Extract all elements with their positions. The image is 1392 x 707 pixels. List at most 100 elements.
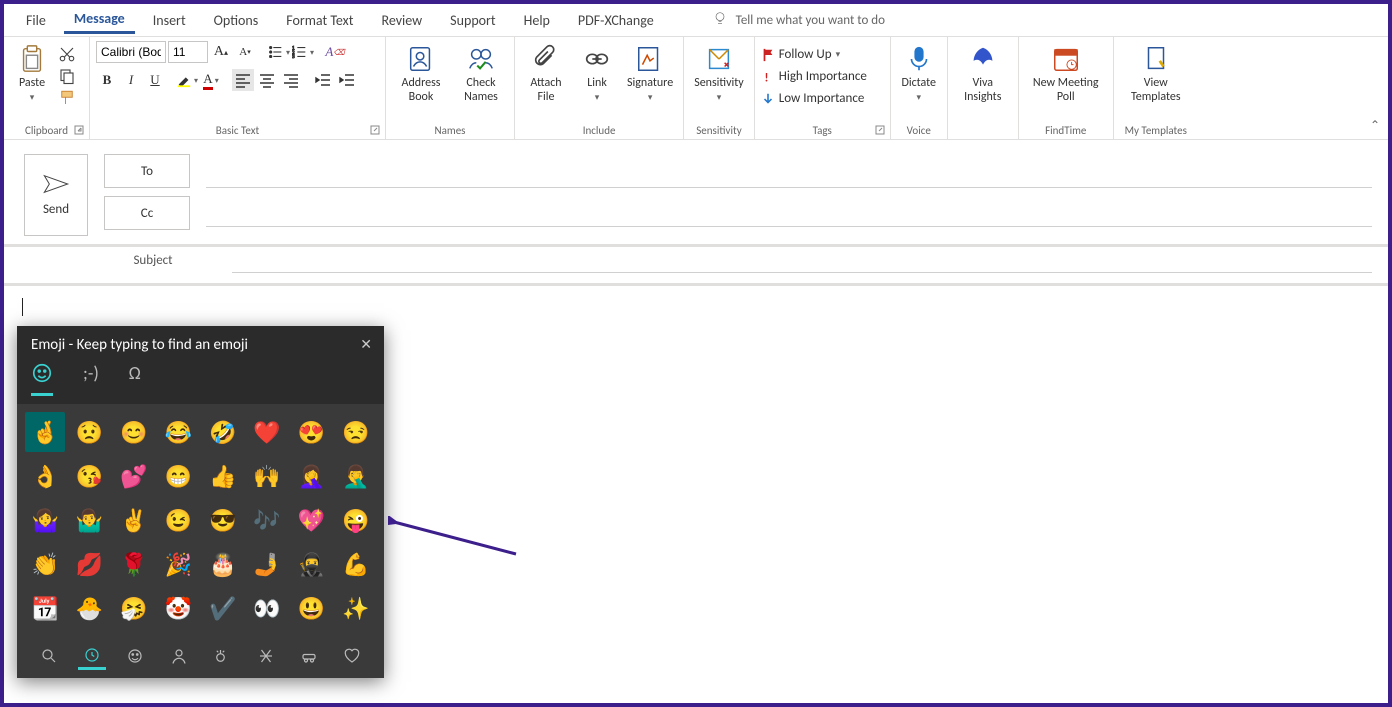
tell-me-search[interactable]: Tell me what you want to do [712,10,885,30]
low-importance-button[interactable]: Low Importance [761,89,865,108]
emoji-cell[interactable]: 😒 [336,412,376,452]
emoji-cell[interactable]: 💖 [291,500,331,540]
italic-button[interactable]: I [120,69,142,91]
emoji-cell[interactable]: 🤞 [25,412,65,452]
highlight-button[interactable] [176,69,198,91]
emoji-cell[interactable]: 🤧 [114,588,154,628]
tab-pdf-xchange[interactable]: PDF-XChange [568,8,664,33]
emoji-search-button[interactable] [35,642,63,670]
emoji-cell[interactable]: 😉 [158,500,198,540]
clipboard-dialog-launcher[interactable] [73,125,85,137]
tab-message[interactable]: Message [64,6,135,34]
emoji-cell[interactable]: 👌 [25,456,65,496]
follow-up-button[interactable]: Follow Up ▾ [761,45,840,64]
attach-file-button[interactable]: Attach File [521,41,571,107]
to-field[interactable] [206,160,1372,188]
paste-button[interactable]: Paste ▾ [10,41,54,105]
emoji-close-button[interactable]: ✕ [360,336,372,353]
emoji-tab-symbols[interactable]: Ω [129,362,141,396]
viva-insights-button[interactable]: Viva Insights [954,41,1012,107]
emoji-cell[interactable]: 🤷‍♀️ [25,500,65,540]
dictate-button[interactable]: Dictate ▾ [897,41,941,105]
copy-button[interactable] [58,67,76,85]
tab-support[interactable]: Support [440,8,505,33]
emoji-cat-celebration[interactable] [208,642,236,670]
signature-button[interactable]: Signature ▾ [623,41,677,105]
high-importance-button[interactable]: ! High Importance [761,67,867,86]
emoji-cell[interactable]: 🐣 [70,588,110,628]
emoji-cell[interactable]: 😜 [336,500,376,540]
sensitivity-button[interactable]: Sensitivity ▾ [690,41,748,105]
emoji-cell[interactable]: 🎉 [158,544,198,584]
emoji-cell[interactable]: 😊 [114,412,154,452]
emoji-cell[interactable]: 😁 [158,456,198,496]
link-button[interactable]: Link ▾ [575,41,619,105]
emoji-cell[interactable]: ✌️ [114,500,154,540]
emoji-cell[interactable]: 😍 [291,412,331,452]
basic-text-dialog-launcher[interactable] [369,125,381,137]
align-center-button[interactable] [256,69,278,91]
bold-button[interactable]: B [96,69,118,91]
emoji-cat-people[interactable] [165,642,193,670]
emoji-cell[interactable]: 😘 [70,456,110,496]
tab-insert[interactable]: Insert [143,8,196,33]
font-size-select[interactable] [168,41,208,63]
emoji-cell[interactable]: 🙌 [247,456,287,496]
decrease-font-button[interactable]: A▾ [234,41,256,63]
emoji-cell[interactable]: 🎶 [247,500,287,540]
increase-font-button[interactable]: A▴ [210,41,232,63]
view-templates-button[interactable]: View Templates [1120,41,1192,107]
emoji-cell[interactable]: 🎂 [203,544,243,584]
emoji-cell[interactable]: 🤦‍♀️ [291,456,331,496]
format-painter-button[interactable] [58,89,76,107]
cc-field[interactable] [206,199,1372,227]
tab-help[interactable]: Help [514,8,560,33]
collapse-ribbon-button[interactable]: ⌃ [1370,118,1380,133]
tab-review[interactable]: Review [371,8,432,33]
emoji-cell[interactable]: 😎 [203,500,243,540]
emoji-cell[interactable]: ✔️ [203,588,243,628]
send-button[interactable]: Send [24,154,88,236]
bullets-button[interactable] [268,41,290,63]
tags-dialog-launcher[interactable] [874,125,886,137]
underline-button[interactable]: U [144,69,166,91]
emoji-cat-recent[interactable] [78,642,106,670]
emoji-cell[interactable]: 😃 [291,588,331,628]
emoji-cell[interactable]: 😟 [70,412,110,452]
tab-file[interactable]: File [16,8,56,33]
increase-indent-button[interactable] [336,69,358,91]
to-button[interactable]: To [104,154,190,188]
address-book-button[interactable]: Address Book [392,41,450,107]
emoji-cell[interactable]: 🤷‍♂️ [70,500,110,540]
align-left-button[interactable] [232,69,254,91]
emoji-cell[interactable]: 🌹 [114,544,154,584]
emoji-tab-kaomoji[interactable]: ;-) [83,362,99,396]
decrease-indent-button[interactable] [312,69,334,91]
emoji-cell[interactable]: ❤️ [247,412,287,452]
emoji-cell[interactable]: ✨ [336,588,376,628]
emoji-cat-food[interactable] [252,642,280,670]
tab-options[interactable]: Options [204,8,269,33]
emoji-cell[interactable]: 🥷 [291,544,331,584]
emoji-cell[interactable]: 💕 [114,456,154,496]
emoji-cat-transport[interactable] [295,642,323,670]
emoji-tab-emoji[interactable] [31,362,53,396]
emoji-cell[interactable]: 🤣 [203,412,243,452]
emoji-cell[interactable]: 😂 [158,412,198,452]
font-color-button[interactable]: A [200,69,222,91]
emoji-cell[interactable]: 🤡 [158,588,198,628]
emoji-cell[interactable]: 💋 [70,544,110,584]
emoji-cat-smileys[interactable] [121,642,149,670]
emoji-cat-symbols[interactable] [338,642,366,670]
emoji-cell[interactable]: 👀 [247,588,287,628]
emoji-cell[interactable]: 🤦‍♂️ [336,456,376,496]
emoji-cell[interactable]: 👏 [25,544,65,584]
check-names-button[interactable]: Check Names [454,41,508,107]
tab-format-text[interactable]: Format Text [276,8,363,33]
emoji-cell[interactable]: 📆 [25,588,65,628]
align-right-button[interactable] [280,69,302,91]
cc-button[interactable]: Cc [104,196,190,230]
numbering-button[interactable]: 123 [292,41,314,63]
font-family-select[interactable] [96,41,166,63]
emoji-cell[interactable]: 🤳 [247,544,287,584]
